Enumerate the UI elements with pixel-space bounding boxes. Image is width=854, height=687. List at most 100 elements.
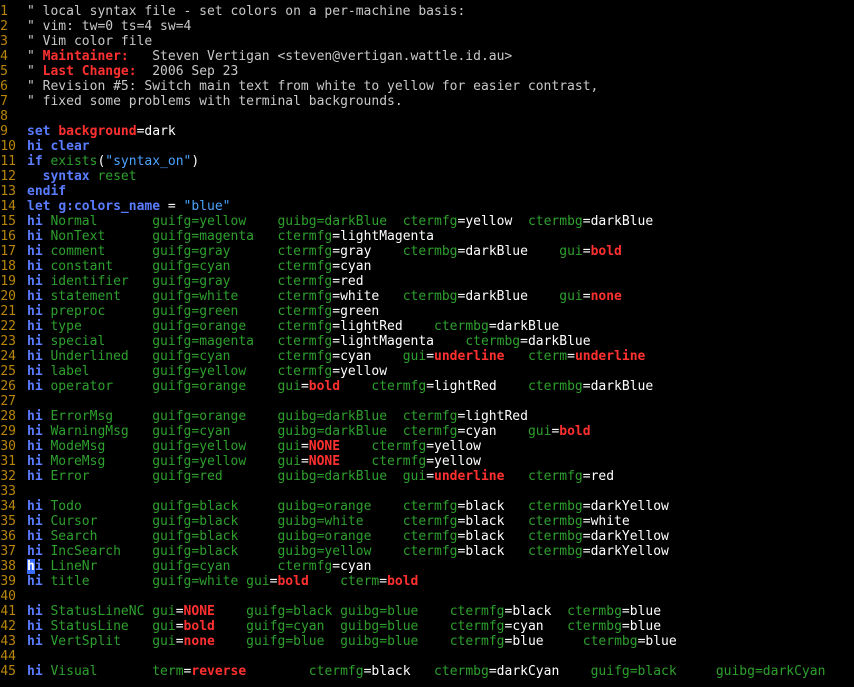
syntax-token: =yellow xyxy=(191,214,278,229)
code-line[interactable]: 3 " Vim color file xyxy=(0,34,854,49)
syntax-token: guibg xyxy=(715,664,755,679)
code-line[interactable]: 8 xyxy=(0,109,854,124)
line-number: 43 xyxy=(0,634,16,649)
code-line[interactable]: 44 xyxy=(0,649,854,664)
syntax-token: =lightRed xyxy=(332,319,435,334)
syntax-token: Visual xyxy=(42,664,153,679)
syntax-token: "blue" xyxy=(183,199,231,214)
code-line[interactable]: 7 " fixed some problems with terminal bac… xyxy=(0,94,854,109)
code-line[interactable]: 31 hi MoreMsg guifg=yellow gui=NONE cterm… xyxy=(0,454,854,469)
code-line[interactable]: 41 hi StatusLineNC gui=NONE guifg=black g… xyxy=(0,604,854,619)
code-line[interactable]: 14 let g:colors_name = "blue" xyxy=(0,199,854,214)
code-line[interactable]: 4 " Maintainer: Steven Vertigan <steven@v… xyxy=(0,49,854,64)
line-text: hi operator guifg=orange gui=bold ctermf… xyxy=(27,379,653,394)
syntax-token: Todo xyxy=(42,499,153,514)
code-line[interactable]: 23 hi special guifg=magenta ctermfg=light… xyxy=(0,334,854,349)
syntax-token: Underlined xyxy=(42,349,153,364)
syntax-token: hi xyxy=(27,364,43,379)
syntax-token: NonText xyxy=(42,229,153,244)
code-line[interactable]: 33 xyxy=(0,484,854,499)
code-line[interactable]: 38 hi LineNr guifg=cyan ctermfg=cyan xyxy=(0,559,854,574)
code-line[interactable]: 39 hi title guifg=white gui=bold cterm=bo… xyxy=(0,574,854,589)
code-line[interactable]: 19 hi identifier guifg=gray ctermfg=red xyxy=(0,274,854,289)
code-line[interactable]: 5 " Last Change: 2006 Sep 23 xyxy=(0,64,854,79)
line-text: hi MoreMsg guifg=yellow gui=NONE ctermfg… xyxy=(27,454,481,469)
code-line[interactable]: 35 hi Cursor guifg=black guibg=white cter… xyxy=(0,514,854,529)
code-line[interactable]: 6 " Revision #5: Switch main text from wh… xyxy=(0,79,854,94)
syntax-token: " xyxy=(27,49,43,64)
code-line[interactable]: 22 hi type guifg=orange ctermfg=lightRed … xyxy=(0,319,854,334)
code-line[interactable]: 2 " vim: tw=0 ts=4 sw=4 xyxy=(0,19,854,34)
syntax-token: gui xyxy=(152,634,176,649)
line-number: 33 xyxy=(0,484,16,499)
syntax-token: = xyxy=(300,379,309,394)
syntax-token: bold xyxy=(277,574,309,589)
vim-editor[interactable]: 1 " local syntax file - set colors on a p… xyxy=(0,0,854,687)
code-line[interactable]: 29 hi WarningMsg guifg=cyan guibg=darkBlu… xyxy=(0,424,854,439)
code-line[interactable]: 1 " local syntax file - set colors on a p… xyxy=(0,4,854,19)
syntax-token: Last Change: xyxy=(42,64,137,79)
syntax-token: =black xyxy=(285,604,341,619)
line-text: hi IncSearch guifg=black guibg=yellow ct… xyxy=(27,544,669,559)
line-text: hi WarningMsg guifg=cyan guibg=darkBlue … xyxy=(27,424,591,439)
code-line[interactable]: 37 hi IncSearch guifg=black guibg=yellow … xyxy=(0,544,854,559)
syntax-token: hi xyxy=(27,409,43,424)
code-line[interactable]: 11 if exists("syntax_on") xyxy=(0,154,854,169)
syntax-token: guifg xyxy=(152,409,192,424)
syntax-token: " xyxy=(27,64,43,79)
syntax-token: ErrorMsg xyxy=(42,409,153,424)
syntax-token: ) xyxy=(191,154,200,169)
code-line[interactable]: 27 xyxy=(0,394,854,409)
code-line[interactable]: 40 xyxy=(0,589,854,604)
code-line[interactable]: 16 hi NonText guifg=magenta ctermfg=light… xyxy=(0,229,854,244)
text-cursor: h xyxy=(27,559,35,574)
syntax-token: =blue xyxy=(621,604,662,619)
syntax-token: = xyxy=(175,619,184,634)
code-line[interactable]: 30 hi ModeMsg guifg=yellow gui=NONE cterm… xyxy=(0,439,854,454)
syntax-token: ctermbg xyxy=(527,514,583,529)
syntax-token: =red xyxy=(332,274,364,289)
syntax-token: cterm xyxy=(527,349,568,364)
code-line[interactable]: 12 syntax reset xyxy=(0,169,854,184)
syntax-token: ctermfg xyxy=(277,244,333,259)
syntax-token: ctermfg xyxy=(277,349,333,364)
syntax-token: hi xyxy=(27,424,43,439)
code-line[interactable]: 26 hi operator guifg=orange gui=bold cter… xyxy=(0,379,854,394)
syntax-token: =gray xyxy=(332,244,403,259)
code-line[interactable]: 24 hi Underlined guifg=cyan ctermfg=cyan … xyxy=(0,349,854,364)
code-line[interactable]: 28 hi ErrorMsg guifg=orange guibg=darkBlu… xyxy=(0,409,854,424)
line-number: 44 xyxy=(0,649,16,664)
syntax-token: statement xyxy=(42,289,153,304)
syntax-token xyxy=(504,349,527,364)
code-line[interactable]: 21 hi preproc guifg=green ctermfg=green xyxy=(0,304,854,319)
code-line[interactable]: 20 hi statement guifg=white ctermfg=white… xyxy=(0,289,854,304)
code-line[interactable]: 34 hi Todo guifg=black guibg=orange cterm… xyxy=(0,499,854,514)
code-line[interactable]: 43 hi VertSplit gui=none guifg=blue guibg… xyxy=(0,634,854,649)
line-text: hi Error guifg=red guibg=darkBlue gui=un… xyxy=(27,469,614,484)
code-line[interactable]: 13 endif xyxy=(0,184,854,199)
code-line[interactable]: 17 hi comment guifg=gray ctermfg=gray cte… xyxy=(0,244,854,259)
code-line[interactable]: 36 hi Search guifg=black guibg=orange cte… xyxy=(0,529,854,544)
line-number: 25 xyxy=(0,364,16,379)
code-line[interactable]: 18 hi constant guifg=cyan ctermfg=cyan xyxy=(0,259,854,274)
syntax-token: =black xyxy=(363,664,435,679)
syntax-token: guifg xyxy=(152,379,192,394)
code-line[interactable]: 10 hi clear xyxy=(0,139,854,154)
code-line[interactable]: 9 set background=dark xyxy=(0,124,854,139)
line-text: hi Cursor guifg=black guibg=white ctermf… xyxy=(27,514,630,529)
syntax-token: hi xyxy=(27,349,43,364)
code-line[interactable]: 45 hi Visual term=reverse ctermfg=black c… xyxy=(0,664,854,679)
code-line[interactable]: 32 hi Error guifg=red guibg=darkBlue gui=… xyxy=(0,469,854,484)
line-text: " vim: tw=0 ts=4 sw=4 xyxy=(27,19,191,34)
syntax-token: hi xyxy=(27,319,43,334)
syntax-token: =lightRed xyxy=(457,409,528,424)
syntax-token: = xyxy=(300,454,309,469)
syntax-token: label xyxy=(42,364,153,379)
syntax-token: =black xyxy=(191,514,278,529)
syntax-token: ctermfg xyxy=(371,439,427,454)
syntax-token: hi xyxy=(27,334,43,349)
code-line[interactable]: 25 hi label guifg=yellow ctermfg=yellow xyxy=(0,364,854,379)
code-line[interactable]: 15 hi Normal guifg=yellow guibg=darkBlue … xyxy=(0,214,854,229)
syntax-token: Steven Vertigan <steven@vertigan.wattle.… xyxy=(128,49,513,64)
code-line[interactable]: 42 hi StatusLine gui=bold guifg=cyan guib… xyxy=(0,619,854,634)
